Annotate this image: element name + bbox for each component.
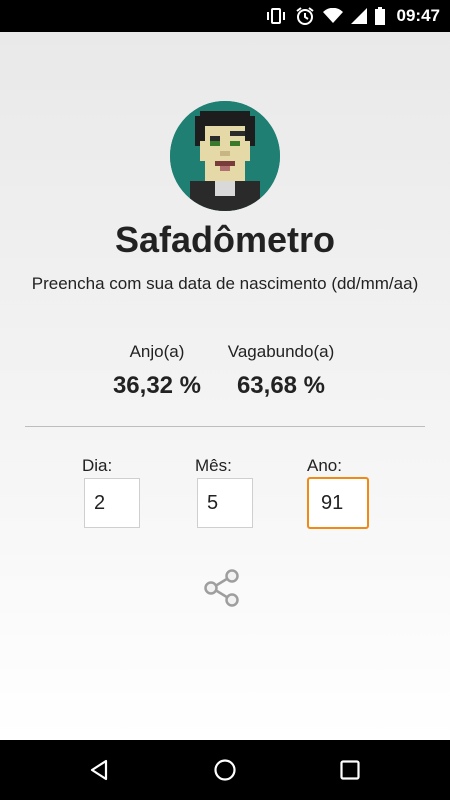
battery-icon (374, 7, 385, 25)
day-input[interactable] (84, 478, 140, 528)
vagabond-label: Vagabundo(a) (227, 342, 335, 361)
avatar (170, 101, 280, 211)
back-icon (90, 759, 108, 781)
wifi-icon (322, 8, 343, 24)
share-button[interactable] (200, 566, 244, 610)
home-icon (214, 759, 236, 781)
share-icon (204, 569, 239, 607)
signal-icon (350, 8, 367, 24)
navigation-bar (0, 740, 450, 800)
status-icons: 09:47 (265, 0, 440, 32)
year-input[interactable] (307, 477, 369, 529)
main-screen: Safadômetro Preencha com sua data de nas… (0, 32, 450, 740)
status-bar: 09:47 (0, 0, 450, 32)
day-label: Dia: (82, 456, 113, 475)
status-time: 09:47 (396, 6, 440, 25)
alarm-icon (295, 6, 315, 26)
divider (25, 426, 425, 427)
app-title: Safadômetro (114, 219, 336, 260)
recents-button[interactable] (338, 758, 362, 782)
home-button[interactable] (213, 758, 237, 782)
recents-icon (340, 760, 360, 780)
angel-percentage: 36,32 % (112, 372, 202, 399)
vibrate-icon (265, 7, 287, 25)
instructions-text: Preencha com sua data de nascimento (dd/… (31, 274, 419, 293)
vagabond-percentage: 63,68 % (236, 372, 326, 399)
month-input[interactable] (197, 478, 253, 528)
back-button[interactable] (87, 758, 111, 782)
pixel-face-avatar-icon (170, 101, 280, 211)
angel-label: Anjo(a) (129, 342, 185, 361)
year-label: Ano: (307, 456, 342, 475)
month-label: Mês: (195, 456, 232, 475)
